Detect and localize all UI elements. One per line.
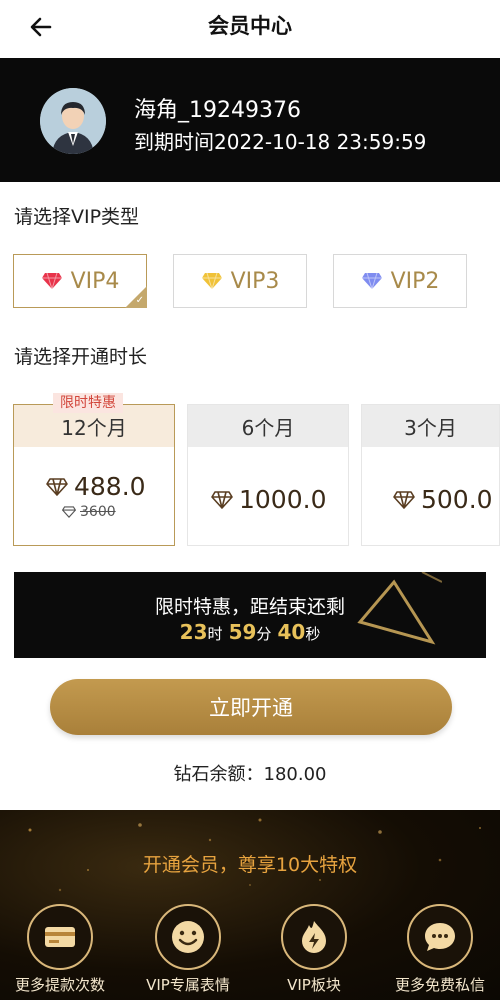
price-3m: 500.0 <box>393 485 493 514</box>
diamond-outline-icon <box>46 477 68 496</box>
countdown-timer: 23时 59分 40秒 <box>179 620 321 644</box>
price-12m: 488.0 <box>46 472 146 501</box>
old-price-12m: 3600 <box>62 504 116 520</box>
diamond-balance: 钻石余额：180.00 <box>173 764 327 785</box>
top-bar: 会员中心 <box>0 0 500 58</box>
duration-option-6m[interactable]: 6个月 <box>187 404 349 546</box>
avatar <box>40 88 106 154</box>
duration-title: 6个月 <box>188 405 348 447</box>
card-icon <box>45 927 75 947</box>
vip2-option[interactable]: VIP2 <box>333 254 467 308</box>
vip2-label: VIP2 <box>390 268 440 294</box>
countdown-text: 限时特惠，距结束还剩 <box>154 596 345 618</box>
diamond-outline-icon <box>62 506 76 518</box>
chat-icon <box>425 923 455 951</box>
username: 海角_19249376 <box>134 98 301 123</box>
price-6m: 1000.0 <box>211 485 326 514</box>
expire-time: 到期时间2022-10-18 23:59:59 <box>134 130 427 154</box>
countdown-banner: 限时特惠，距结束还剩 23时 59分 40秒 <box>14 572 486 658</box>
open-vip-button[interactable]: 立即开通 <box>50 679 452 735</box>
diamond-outline-icon <box>211 490 233 509</box>
duration-title: 3个月 <box>362 405 499 447</box>
flame-icon <box>302 921 326 953</box>
vip4-label: VIP4 <box>70 268 120 294</box>
vip3-label: VIP3 <box>230 268 280 294</box>
privilege-withdraw[interactable]: 更多提款次数 <box>0 904 120 995</box>
duration-label: 请选择开通时长 <box>14 346 148 368</box>
duration-option-3m[interactable]: 3个月 <box>361 404 500 546</box>
promo-tag: 限时特惠 <box>53 393 123 413</box>
privileges-title: 开通会员，尊享10大特权 <box>142 854 358 876</box>
diamond-icon <box>201 272 222 290</box>
diamond-icon <box>41 272 62 290</box>
privilege-board[interactable]: VIP板块 <box>254 904 374 995</box>
diamond-outline-icon <box>393 490 415 509</box>
vip4-option[interactable]: VIP4 ✓ <box>13 254 147 308</box>
check-icon: ✓ <box>135 295 144 306</box>
vip3-option[interactable]: VIP3 <box>173 254 307 308</box>
privilege-emoji[interactable]: VIP专属表情 <box>128 904 248 995</box>
page-title: 会员中心 <box>208 14 292 38</box>
smile-icon <box>172 921 204 953</box>
diamond-icon <box>361 272 382 290</box>
privilege-messages[interactable]: 更多免费私信 <box>380 904 500 995</box>
vip-type-label: 请选择VIP类型 <box>14 206 140 228</box>
